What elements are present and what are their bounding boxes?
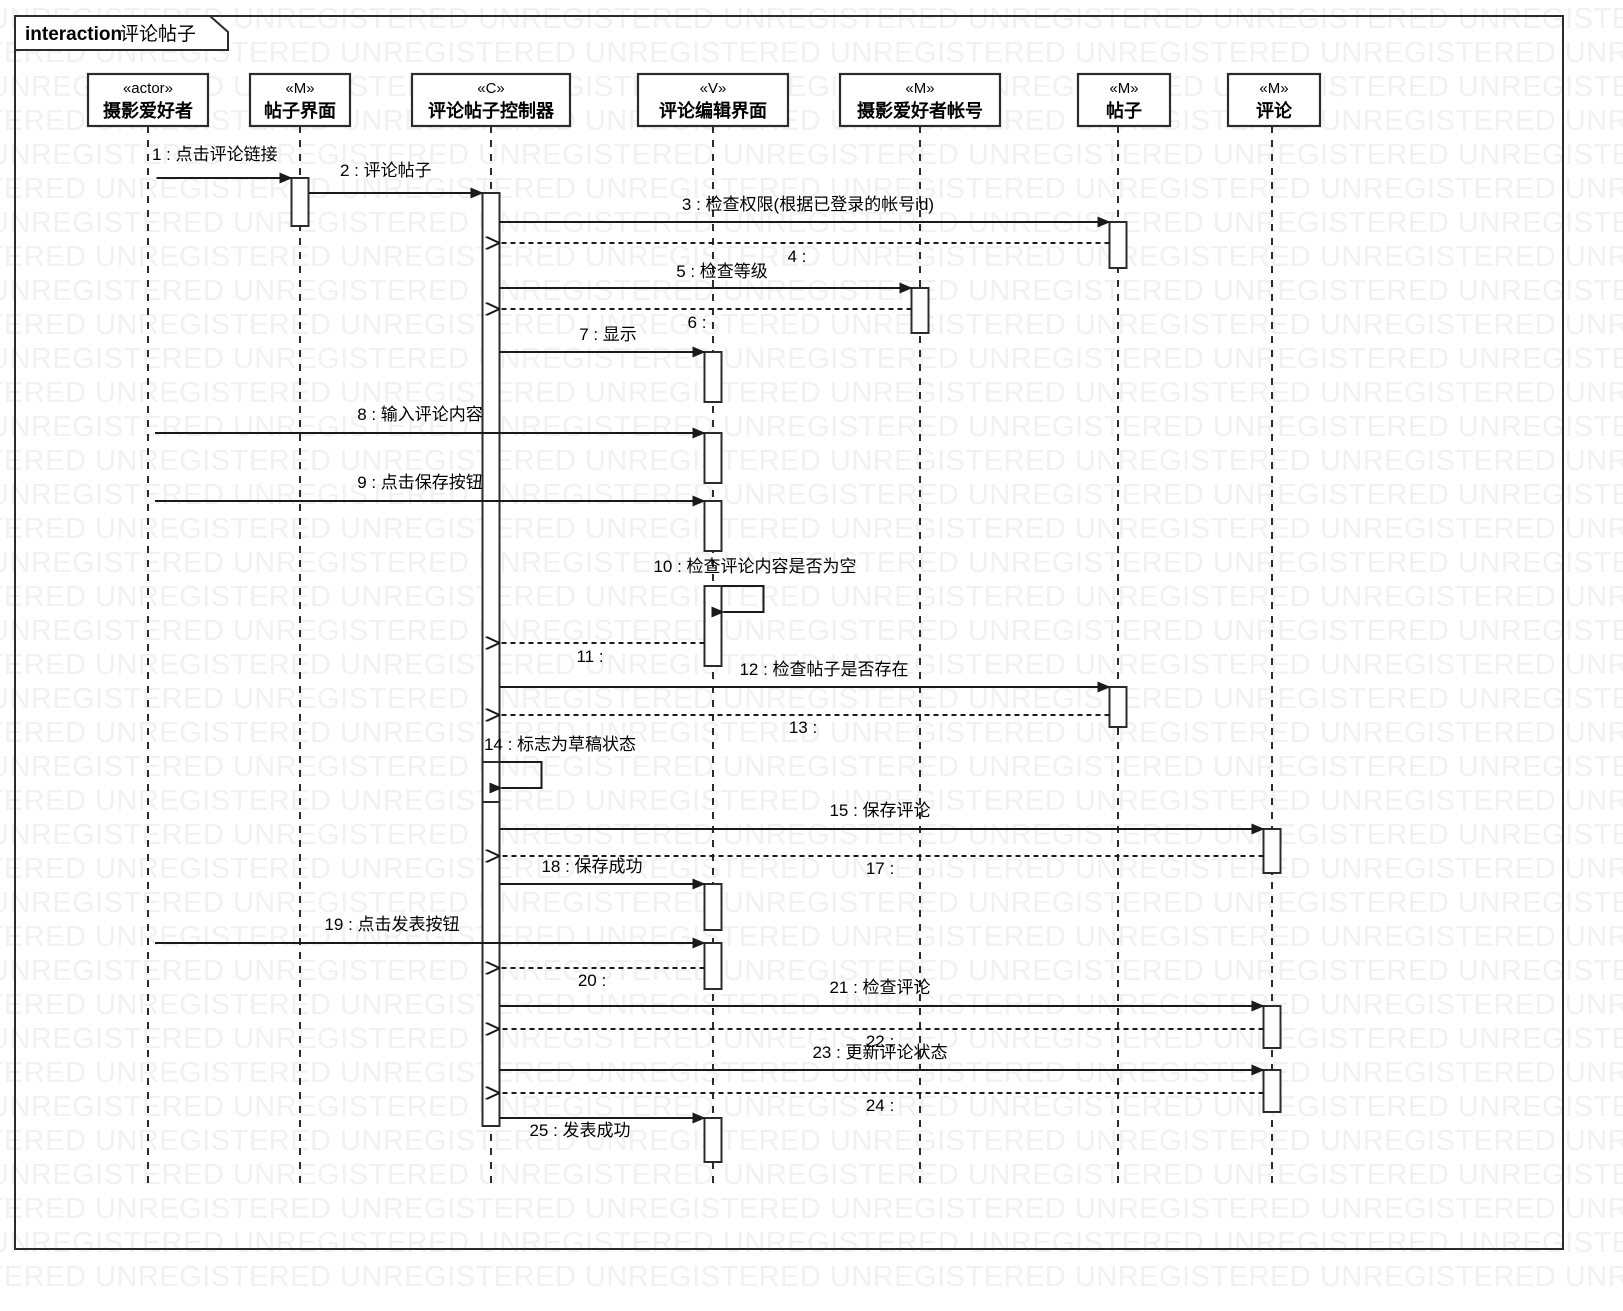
watermark-text: UNREGISTERED UNREGISTERED UNREGISTERED U… bbox=[0, 581, 1623, 613]
lifeline-stereotype: «M» bbox=[905, 80, 934, 97]
watermark-text: UNREGISTERED UNREGISTERED UNREGISTERED U… bbox=[0, 37, 1623, 69]
watermark-text: UNREGISTERED UNREGISTERED UNREGISTERED U… bbox=[0, 71, 1623, 103]
lifeline-stereotype: «V» bbox=[700, 80, 727, 97]
watermark-text: UNREGISTERED UNREGISTERED UNREGISTERED U… bbox=[0, 1125, 1623, 1157]
message-label: 24 : bbox=[866, 1096, 894, 1115]
message-label: 10 : 检查评论内容是否为空 bbox=[653, 557, 856, 576]
activation-bar bbox=[481, 192, 501, 1127]
watermark-text: UNREGISTERED UNREGISTERED UNREGISTERED U… bbox=[0, 479, 1623, 511]
message-label: 11 : bbox=[576, 647, 603, 666]
lifeline-stereotype: «M» bbox=[1259, 80, 1288, 97]
watermark-text: UNREGISTERED UNREGISTERED UNREGISTERED U… bbox=[0, 105, 1623, 137]
message-label: 14 : 标志为草稿状态 bbox=[484, 735, 636, 754]
message-label: 21 : 检查评论 bbox=[829, 978, 930, 997]
sequence-diagram-canvas: UNREGISTERED UNREGISTERED UNREGISTERED U… bbox=[0, 0, 1623, 1311]
lifeline-stereotype: «actor» bbox=[123, 80, 173, 97]
watermark-text: UNREGISTERED UNREGISTERED UNREGISTERED U… bbox=[0, 785, 1623, 817]
activation-bar bbox=[1262, 1005, 1282, 1049]
message-label: 18 : 保存成功 bbox=[541, 857, 642, 876]
watermark-text: UNREGISTERED UNREGISTERED UNREGISTERED U… bbox=[0, 1261, 1623, 1293]
watermark-text: UNREGISTERED UNREGISTERED UNREGISTERED U… bbox=[0, 3, 1623, 35]
activation-bar bbox=[1108, 686, 1128, 728]
activation-bar bbox=[703, 585, 723, 667]
lifeline-name: 摄影爱好者 bbox=[103, 100, 193, 121]
message-label: 15 : 保存评论 bbox=[829, 801, 930, 820]
activation-bar bbox=[1262, 828, 1282, 874]
message-label: 17 : bbox=[866, 859, 894, 878]
watermark-text: UNREGISTERED UNREGISTERED UNREGISTERED U… bbox=[0, 819, 1623, 851]
message-label: 20 : bbox=[578, 971, 606, 990]
message-label: 1 : 点击评论链接 bbox=[152, 145, 278, 164]
activation-bar bbox=[703, 942, 723, 990]
activation-bar bbox=[703, 883, 723, 931]
watermark-text: UNREGISTERED UNREGISTERED UNREGISTERED U… bbox=[0, 1091, 1623, 1123]
watermark-text: UNREGISTERED UNREGISTERED UNREGISTERED U… bbox=[0, 343, 1623, 375]
watermark-text: UNREGISTERED UNREGISTERED UNREGISTERED U… bbox=[0, 1193, 1623, 1225]
message-label: 5 : 检查等级 bbox=[676, 262, 768, 281]
activation-bar bbox=[703, 351, 723, 403]
frame-kind-label: interaction bbox=[25, 24, 122, 45]
lifeline-name: 评论帖子控制器 bbox=[428, 100, 555, 121]
watermark-text: UNREGISTERED UNREGISTERED UNREGISTERED U… bbox=[0, 411, 1623, 443]
activation-bar bbox=[703, 432, 723, 484]
message-label: 7 : 显示 bbox=[579, 325, 637, 344]
activation-bar bbox=[290, 177, 310, 227]
lifeline-stereotype: «M» bbox=[1109, 80, 1138, 97]
watermark-text: UNREGISTERED UNREGISTERED UNREGISTERED U… bbox=[0, 513, 1623, 545]
watermark-text: UNREGISTERED UNREGISTERED UNREGISTERED U… bbox=[0, 309, 1623, 341]
watermark-text: UNREGISTERED UNREGISTERED UNREGISTERED U… bbox=[0, 615, 1623, 647]
message-label: 19 : 点击发表按钮 bbox=[324, 915, 459, 934]
watermark-text: UNREGISTERED UNREGISTERED UNREGISTERED U… bbox=[0, 955, 1623, 987]
message-label: 25 : 发表成功 bbox=[529, 1121, 630, 1140]
activation-bar bbox=[1262, 1069, 1282, 1113]
lifeline-name: 摄影爱好者帐号 bbox=[857, 100, 983, 121]
frame-name-label: 评论帖子 bbox=[120, 23, 196, 45]
watermark-text: UNREGISTERED UNREGISTERED UNREGISTERED U… bbox=[0, 445, 1623, 477]
lifeline-name: 帖子 bbox=[1106, 100, 1142, 121]
message-label: 4 : bbox=[788, 247, 807, 266]
message-label: 12 : 检查帖子是否存在 bbox=[739, 660, 908, 679]
watermark-text: UNREGISTERED UNREGISTERED UNREGISTERED U… bbox=[0, 887, 1623, 919]
activation-bar bbox=[703, 1117, 723, 1163]
watermark-text: UNREGISTERED UNREGISTERED UNREGISTERED U… bbox=[0, 751, 1623, 783]
uml-sequence-diagram: UNREGISTERED UNREGISTERED UNREGISTERED U… bbox=[0, 0, 1623, 1311]
watermark-text: UNREGISTERED UNREGISTERED UNREGISTERED U… bbox=[0, 1159, 1623, 1191]
message-label: 3 : 检查权限(根据已登录的帐号id) bbox=[682, 195, 934, 214]
message-label: 6 : bbox=[688, 313, 707, 332]
lifeline-stereotype: «M» bbox=[285, 80, 314, 97]
watermark-text: UNREGISTERED UNREGISTERED UNREGISTERED U… bbox=[0, 921, 1623, 953]
message-label: 9 : 点击保存按钮 bbox=[357, 473, 483, 492]
lifeline-name: 评论编辑界面 bbox=[659, 100, 767, 121]
message-label: 13 : bbox=[789, 718, 817, 737]
watermark-text: UNREGISTERED UNREGISTERED UNREGISTERED U… bbox=[0, 853, 1623, 885]
watermark-text: UNREGISTERED UNREGISTERED UNREGISTERED U… bbox=[0, 241, 1623, 273]
activation-bar bbox=[910, 287, 930, 334]
message-label: 23 : 更新评论状态 bbox=[812, 1043, 947, 1062]
activation-bar bbox=[481, 761, 501, 803]
lifeline-name: 帖子界面 bbox=[264, 100, 336, 121]
message-label: 8 : 输入评论内容 bbox=[357, 405, 483, 424]
lifeline-stereotype: «C» bbox=[477, 80, 505, 97]
message-label: 2 : 评论帖子 bbox=[340, 161, 432, 180]
activation-bar bbox=[703, 500, 723, 552]
watermark-text: UNREGISTERED UNREGISTERED UNREGISTERED U… bbox=[0, 275, 1623, 307]
activation-bar bbox=[1108, 221, 1128, 269]
lifeline-name: 评论 bbox=[1256, 100, 1293, 121]
watermark-text: UNREGISTERED UNREGISTERED UNREGISTERED U… bbox=[0, 377, 1623, 409]
watermark-text: UNREGISTERED UNREGISTERED UNREGISTERED U… bbox=[0, 1227, 1623, 1259]
